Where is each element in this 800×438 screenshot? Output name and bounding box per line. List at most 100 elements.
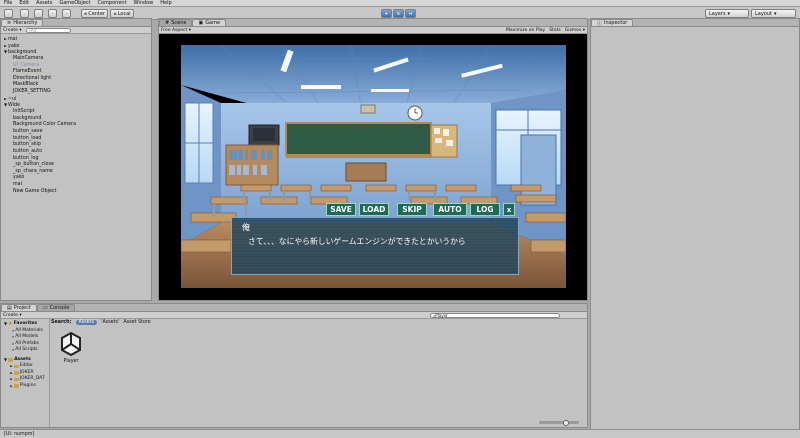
hierarchy-item-label: background <box>13 115 42 121</box>
slider-thumb[interactable] <box>563 419 569 426</box>
hierarchy-item[interactable]: yako <box>4 175 149 182</box>
gizmos-dropdown[interactable]: Gizmos ▾ <box>565 28 585 33</box>
tab-hierarchy[interactable]: ≡ Scene Hierarchy <box>1 19 44 26</box>
hierarchy-search-placeholder: All <box>30 27 36 33</box>
filter-assets[interactable]: Assets <box>75 320 98 325</box>
tab-scene[interactable]: # Scene <box>159 19 193 26</box>
pivot-icon: ⊕ <box>83 11 88 16</box>
dialogue-text: さて、、、なにやら新しいゲームエンジンができたとかいうから <box>248 237 466 246</box>
inspector-panel: ⓘ Inspector <box>590 18 800 438</box>
hierarchy-item-label: button_log <box>13 155 39 161</box>
auto-button[interactable]: AUTO <box>433 203 467 216</box>
hierarchy-item[interactable]: ►mai <box>4 36 149 43</box>
project-create-button[interactable]: Create ▾ <box>3 313 22 318</box>
hierarchy-item[interactable]: JOKER_SETTING <box>4 89 149 96</box>
hierarchy-item-label: Wide <box>8 103 20 109</box>
hierarchy-item[interactable]: ►~ui <box>4 96 149 103</box>
hierarchy-item[interactable]: ►yako <box>4 43 149 50</box>
chevron-down-icon: ▼ <box>4 356 8 362</box>
menu-gameobject[interactable]: GameObject <box>59 0 90 6</box>
pivot-mode-toggle[interactable]: ⊕ Center <box>81 9 108 18</box>
hand-tool-button[interactable] <box>4 9 13 18</box>
tab-hierarchy-label: Hierarchy <box>13 20 38 26</box>
maximize-on-play-toggle[interactable]: Maximize on Play <box>506 28 545 33</box>
close-button[interactable]: x <box>503 203 515 216</box>
hierarchy-item-label: MainCamera <box>13 55 44 61</box>
menu-edit[interactable]: Edit <box>19 0 29 6</box>
pivot-rotation-toggle[interactable]: ⊗ Local <box>110 9 134 18</box>
menu-help[interactable]: Help <box>160 0 171 6</box>
menu-assets[interactable]: Assets <box>36 0 52 6</box>
hierarchy-item-label: Background Color Camera <box>13 122 77 128</box>
step-icon <box>409 12 412 15</box>
aspect-dropdown[interactable]: Free Aspect ▾ <box>161 28 191 33</box>
step-button[interactable] <box>405 9 416 18</box>
player-asset-item[interactable]: Player <box>57 331 85 364</box>
rect-tool-button[interactable] <box>62 9 71 18</box>
hierarchy-item[interactable]: mai <box>4 182 149 189</box>
hierarchy-item-label: yako <box>13 175 25 181</box>
load-button[interactable]: LOAD <box>359 203 389 216</box>
rotate-tool-button[interactable] <box>34 9 43 18</box>
tab-console[interactable]: ▭ Console <box>36 304 76 311</box>
chevron-down-icon: ▼ <box>4 321 8 326</box>
hierarchy-item[interactable]: _sp_button_close <box>4 162 149 169</box>
pause-button[interactable] <box>393 9 404 18</box>
menu-component[interactable]: Component <box>98 0 127 6</box>
hierarchy-item[interactable]: New Game Object <box>4 189 149 196</box>
rect-icon <box>66 13 67 14</box>
play-button[interactable] <box>381 9 392 18</box>
hierarchy-item[interactable]: button_auto <box>4 149 149 156</box>
dialogue-box[interactable]: 俺 さて、、、なにやら新しいゲームエンジンができたとかいうから <box>231 217 519 275</box>
hierarchy-item-label: _sp_button_close <box>13 162 54 168</box>
layout-dropdown[interactable]: Layout <box>751 9 796 18</box>
hierarchy-tabstrip: ≡ Scene Hierarchy <box>1 19 151 27</box>
folder-icon <box>8 358 14 362</box>
status-message: [UI: numpm] <box>4 431 35 437</box>
hierarchy-create-button[interactable]: Create ▾ <box>3 28 22 33</box>
filter-asset-store[interactable]: Asset Store <box>123 320 150 325</box>
save-button[interactable]: SAVE <box>326 203 356 216</box>
log-button[interactable]: LOG <box>470 203 500 216</box>
hierarchy-item[interactable]: _sp_chara_name <box>4 169 149 176</box>
move-tool-button[interactable] <box>20 9 29 18</box>
tab-game[interactable]: ▣ Game <box>192 19 227 26</box>
move-icon <box>24 13 25 14</box>
hierarchy-item[interactable]: Background Color Camera <box>4 122 149 129</box>
folder-icon <box>13 377 19 381</box>
asset-folder-item[interactable]: ► Plugins <box>4 383 49 390</box>
layers-dropdown[interactable]: Layers <box>705 9 749 18</box>
tab-project-label: Project <box>13 305 31 311</box>
hierarchy-item[interactable]: button_skip <box>4 142 149 149</box>
menu-window[interactable]: Window <box>134 0 154 6</box>
project-search-field[interactable]: ⌕ Player <box>430 312 560 318</box>
hierarchy-item[interactable]: ▼background <box>4 49 149 56</box>
hierarchy-item[interactable]: FlameEvent <box>4 69 149 76</box>
stats-toggle[interactable]: Stats <box>549 28 561 33</box>
asset-folder-label: Plugins <box>19 382 36 388</box>
chevron-right-icon[interactable]: ► <box>10 383 13 390</box>
hierarchy-item[interactable]: InitScript <box>4 109 149 116</box>
tab-inspector[interactable]: ⓘ Inspector <box>591 19 634 27</box>
filter-assets-folder[interactable]: 'Assets' <box>101 320 119 325</box>
hierarchy-item-label: _sp_chara_name <box>13 168 53 174</box>
folder-icon: ▤ <box>7 305 12 311</box>
scale-tool-button[interactable] <box>48 9 57 18</box>
hierarchy-item-label: UI_Camera <box>13 62 40 68</box>
hierarchy-search-field[interactable]: ⌕ All <box>25 27 71 33</box>
favorite-item[interactable]: ⌕ All Scripts <box>4 347 49 354</box>
hierarchy-tree: ►mai ►yako ▼background MainCamera UI_Camera F… <box>4 36 149 195</box>
hierarchy-item[interactable]: MainCamera <box>4 56 149 63</box>
hierarchy-item-label: New Game Object <box>13 188 57 194</box>
game-icon: ▣ <box>198 20 204 26</box>
game-scene-frame[interactable]: SAVE LOAD SKIP AUTO LOG x 俺 さて、、、なにやら新しい… <box>181 45 566 288</box>
tab-project[interactable]: ▤ Project <box>1 304 37 311</box>
speaker-name: 俺 <box>242 223 250 232</box>
skip-button[interactable]: SKIP <box>397 203 427 216</box>
menu-file[interactable]: File <box>4 0 12 6</box>
game-menu-buttons: SAVE LOAD SKIP AUTO LOG x <box>326 203 515 216</box>
hierarchy-item-label: background <box>8 50 37 56</box>
game-view-toolbar: Free Aspect ▾ Maximize on Play Stats Giz… <box>159 27 587 34</box>
icon-size-slider[interactable] <box>539 419 579 426</box>
hierarchy-item[interactable]: button_save <box>4 129 149 136</box>
